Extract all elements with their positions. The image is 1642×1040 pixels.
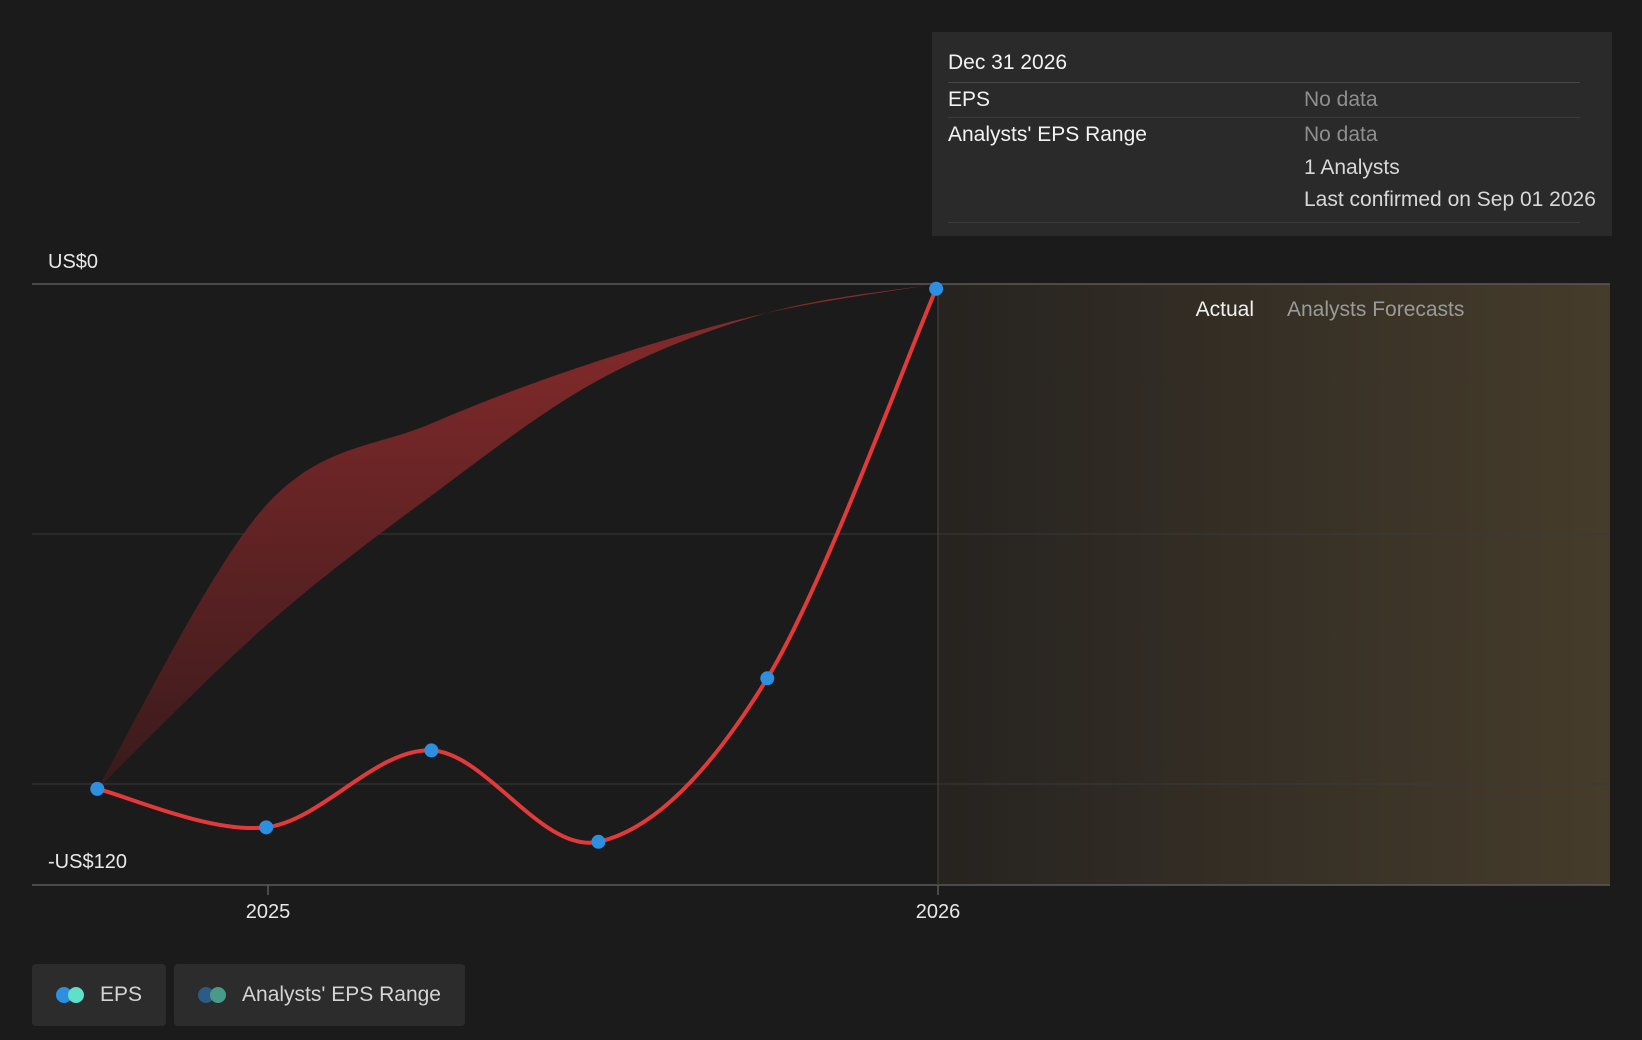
tooltip-row-eps: EPS No data: [948, 83, 1580, 118]
eps-point-3[interactable]: [591, 834, 606, 849]
tooltip-date: Dec 31 2026: [948, 46, 1580, 83]
eps-point-5[interactable]: [929, 281, 944, 296]
eps-point-2[interactable]: [424, 743, 439, 758]
region-label-actual: Actual: [1196, 298, 1254, 321]
tooltip-row-range: Analysts' EPS Range No data: [948, 118, 1580, 152]
tooltip-confirmed: Last confirmed on Sep 01 2026: [1304, 188, 1596, 211]
x-tick-label-2025: 2025: [246, 901, 291, 923]
tooltip-divider: [948, 216, 1580, 223]
eps-range-band: [97, 284, 937, 789]
eps-point-0[interactable]: [90, 781, 105, 796]
tooltip-eps-label: EPS: [948, 88, 991, 111]
legend-item-eps[interactable]: EPS: [32, 964, 167, 1026]
legend-item-eps-range[interactable]: Analysts' EPS Range: [174, 964, 465, 1026]
region-label-forecast: Analysts Forecasts: [1287, 298, 1464, 321]
eps-point-4[interactable]: [760, 671, 775, 686]
legend-eps-range-label: Analysts' EPS Range: [242, 983, 441, 1006]
tooltip-extra: 1 Analysts Last confirmed on Sep 01 2026: [1304, 152, 1596, 216]
tooltip-eps-value: No data: [1304, 88, 1378, 111]
forecast-region: [938, 284, 1610, 885]
eps-point-1[interactable]: [259, 820, 274, 835]
legend-eps-label: EPS: [100, 983, 143, 1006]
tooltip-range-label: Analysts' EPS Range: [948, 123, 1147, 146]
tooltip-range-value: No data: [1304, 123, 1378, 146]
y-label-bottom: -US$120: [48, 851, 127, 873]
tooltip: Dec 31 2026 EPS No data Analysts' EPS Ra…: [932, 32, 1612, 236]
tooltip-analysts: 1 Analysts: [1304, 156, 1400, 179]
y-label-top: US$0: [48, 251, 98, 273]
x-tick-label-2026: 2026: [916, 901, 961, 923]
legend: EPS Analysts' EPS Range: [32, 964, 465, 1026]
eps-range-swatch-icon: [198, 986, 228, 1004]
eps-swatch-icon: [56, 986, 86, 1004]
